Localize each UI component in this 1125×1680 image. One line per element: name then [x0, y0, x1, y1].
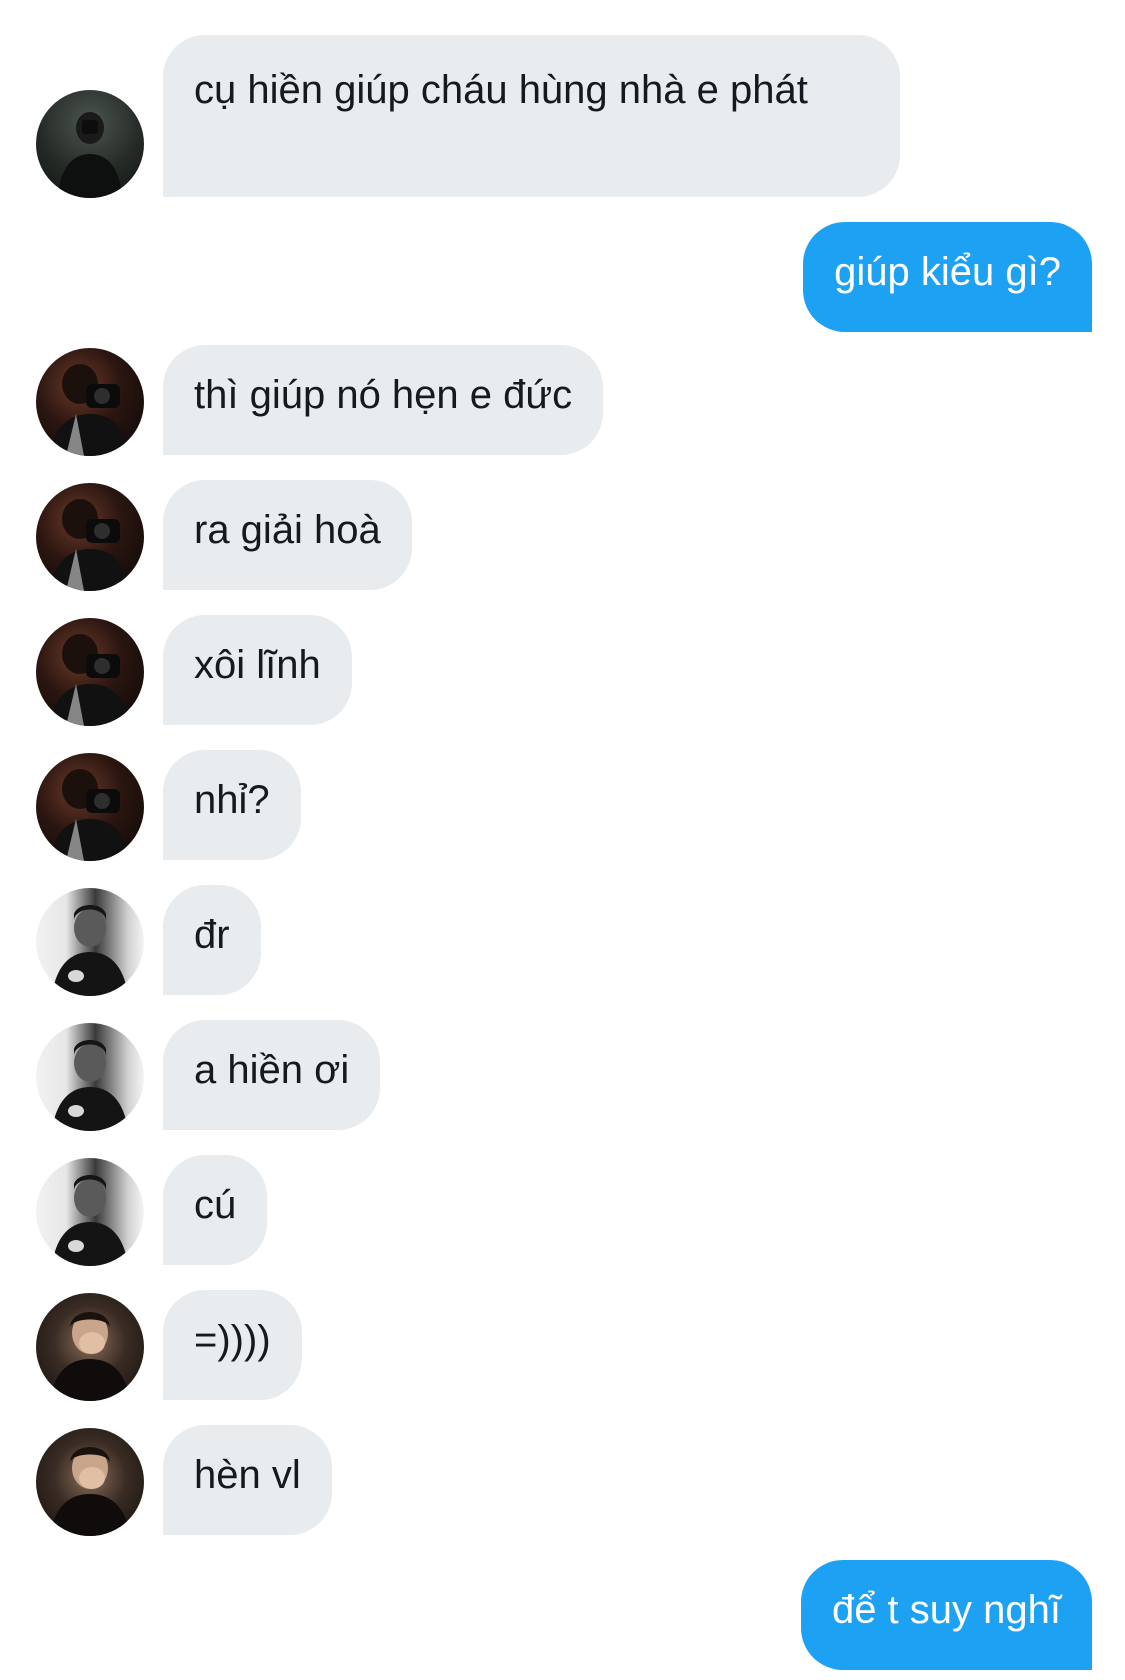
sender-avatar-icon[interactable] — [36, 348, 144, 456]
sender-avatar-icon[interactable] — [36, 618, 144, 726]
sender-avatar-icon[interactable] — [36, 1023, 144, 1131]
person-silhouette-icon — [58, 112, 122, 198]
person-with-camera-icon — [50, 769, 130, 861]
message-bubble-incoming[interactable]: xôi lĩnh — [163, 615, 352, 725]
sender-avatar-icon[interactable] — [36, 753, 144, 861]
person-portrait-icon — [52, 1040, 128, 1131]
message-bubble-incoming[interactable]: =)))) — [163, 1290, 302, 1400]
person-with-camera-icon — [50, 499, 130, 591]
message-bubble-outgoing[interactable]: giúp kiểu gì? — [803, 222, 1092, 332]
message-bubble-incoming[interactable]: thì giúp nó hẹn e đức — [163, 345, 604, 455]
person-portrait-icon — [52, 1175, 128, 1266]
sender-avatar-icon[interactable] — [36, 483, 144, 591]
sender-avatar-icon[interactable] — [36, 90, 144, 198]
message-bubble-incoming[interactable]: ra giải hoà — [163, 480, 412, 590]
message-bubble-incoming[interactable]: nhỉ? — [163, 750, 301, 860]
person-covering-face-icon — [50, 1447, 130, 1536]
message-bubble-incoming[interactable]: đr — [163, 885, 261, 995]
person-with-camera-icon — [50, 364, 130, 456]
message-bubble-incoming[interactable]: a hiền ơi — [163, 1020, 381, 1130]
sender-avatar-icon[interactable] — [36, 1428, 144, 1536]
person-with-camera-icon — [50, 634, 130, 726]
message-bubble-incoming[interactable]: cú — [163, 1155, 268, 1265]
person-portrait-icon — [52, 905, 128, 996]
sender-avatar-icon[interactable] — [36, 1293, 144, 1401]
message-bubble-incoming[interactable]: cụ hiền giúp cháu hùng nhà e phát — [163, 35, 900, 197]
message-bubble-incoming[interactable]: hèn vl — [163, 1425, 332, 1535]
sender-avatar-icon[interactable] — [36, 888, 144, 996]
message-bubble-outgoing[interactable]: để t suy nghĩ — [800, 1560, 1092, 1670]
sender-avatar-icon[interactable] — [36, 1158, 144, 1266]
person-covering-face-icon — [50, 1312, 130, 1401]
